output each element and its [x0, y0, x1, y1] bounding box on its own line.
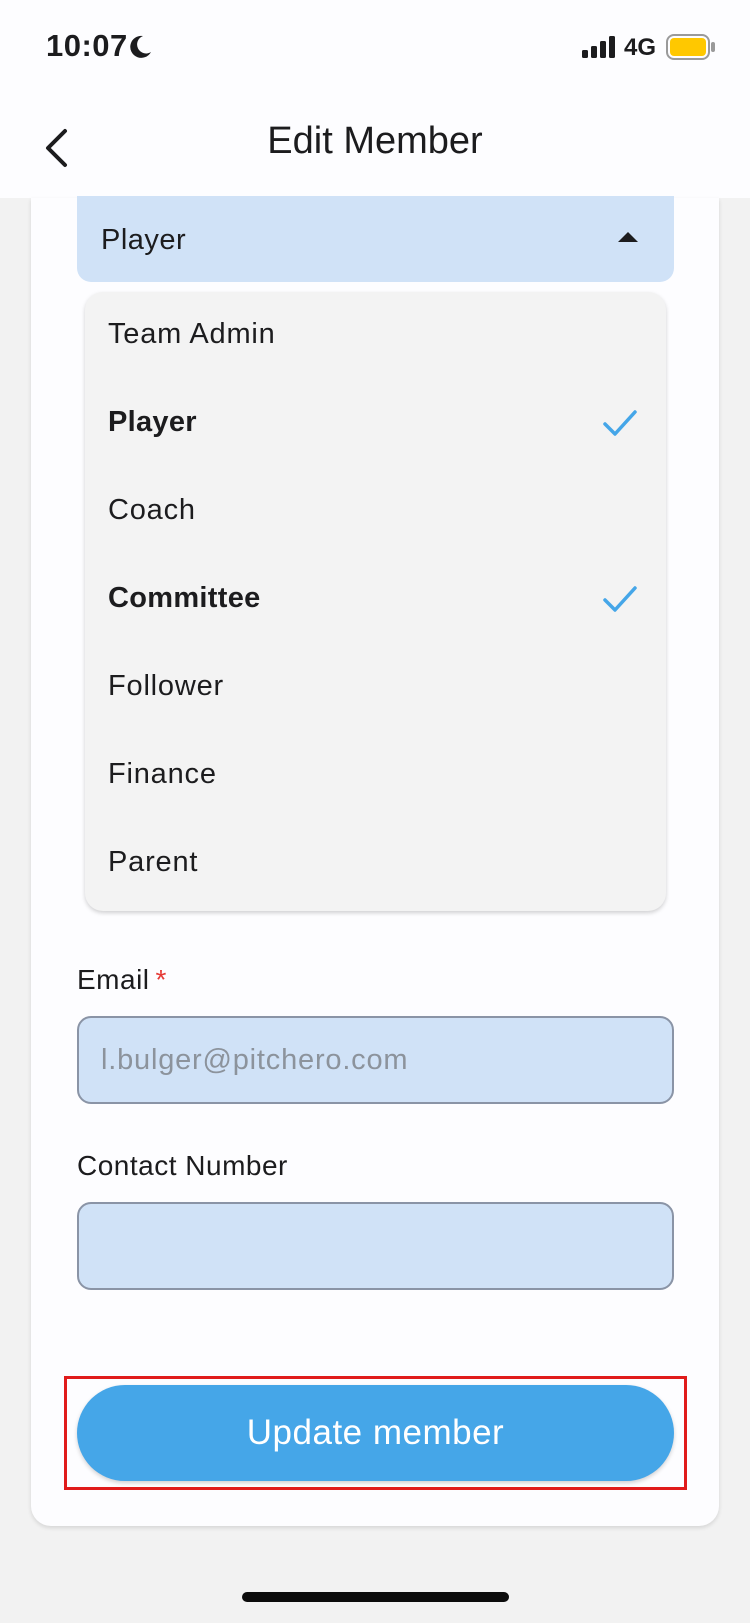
role-dropdown-menu: Team Admin Player Coach Committee Follow… [85, 292, 666, 911]
role-option-follower[interactable]: Follower [85, 644, 666, 732]
role-option-label: Committee [108, 582, 261, 614]
contact-number-label: Contact Number [77, 1150, 288, 1181]
status-bar: 10:07 4G [0, 0, 750, 98]
role-option-label: Team Admin [108, 318, 276, 350]
moon-icon [128, 34, 152, 65]
role-option-label: Finance [108, 758, 217, 790]
update-member-button[interactable]: Update member [77, 1385, 674, 1481]
role-option-label: Player [108, 406, 197, 438]
role-option-finance[interactable]: Finance [85, 732, 666, 820]
status-time: 10:07 [46, 28, 128, 63]
home-indicator [242, 1592, 509, 1602]
check-icon [603, 586, 637, 612]
role-option-coach[interactable]: Coach [85, 468, 666, 556]
role-option-label: Follower [108, 670, 224, 702]
battery-icon [666, 34, 716, 65]
nav-bar: Edit Member [0, 98, 750, 198]
role-option-team-admin[interactable]: Team Admin [85, 292, 666, 380]
role-select-value: Player [101, 224, 187, 256]
role-option-label: Parent [108, 846, 199, 878]
role-select[interactable]: Player [77, 196, 674, 282]
role-option-label: Coach [108, 494, 196, 526]
contact-number-field[interactable] [77, 1202, 674, 1290]
check-icon [603, 410, 637, 436]
signal-icon [582, 36, 616, 63]
network-type: 4G [624, 34, 657, 61]
caret-up-icon [618, 232, 638, 242]
page-title: Edit Member [267, 120, 483, 162]
edit-member-form: Player Team Admin Player Coach Committee… [31, 196, 719, 1526]
role-option-parent[interactable]: Parent [85, 820, 666, 908]
role-option-committee[interactable]: Committee [85, 556, 666, 644]
email-label-text: Email [77, 964, 150, 995]
role-option-player[interactable]: Player [85, 380, 666, 468]
required-mark: * [155, 964, 167, 995]
email-field[interactable] [77, 1016, 674, 1104]
email-label: Email * [77, 964, 167, 996]
